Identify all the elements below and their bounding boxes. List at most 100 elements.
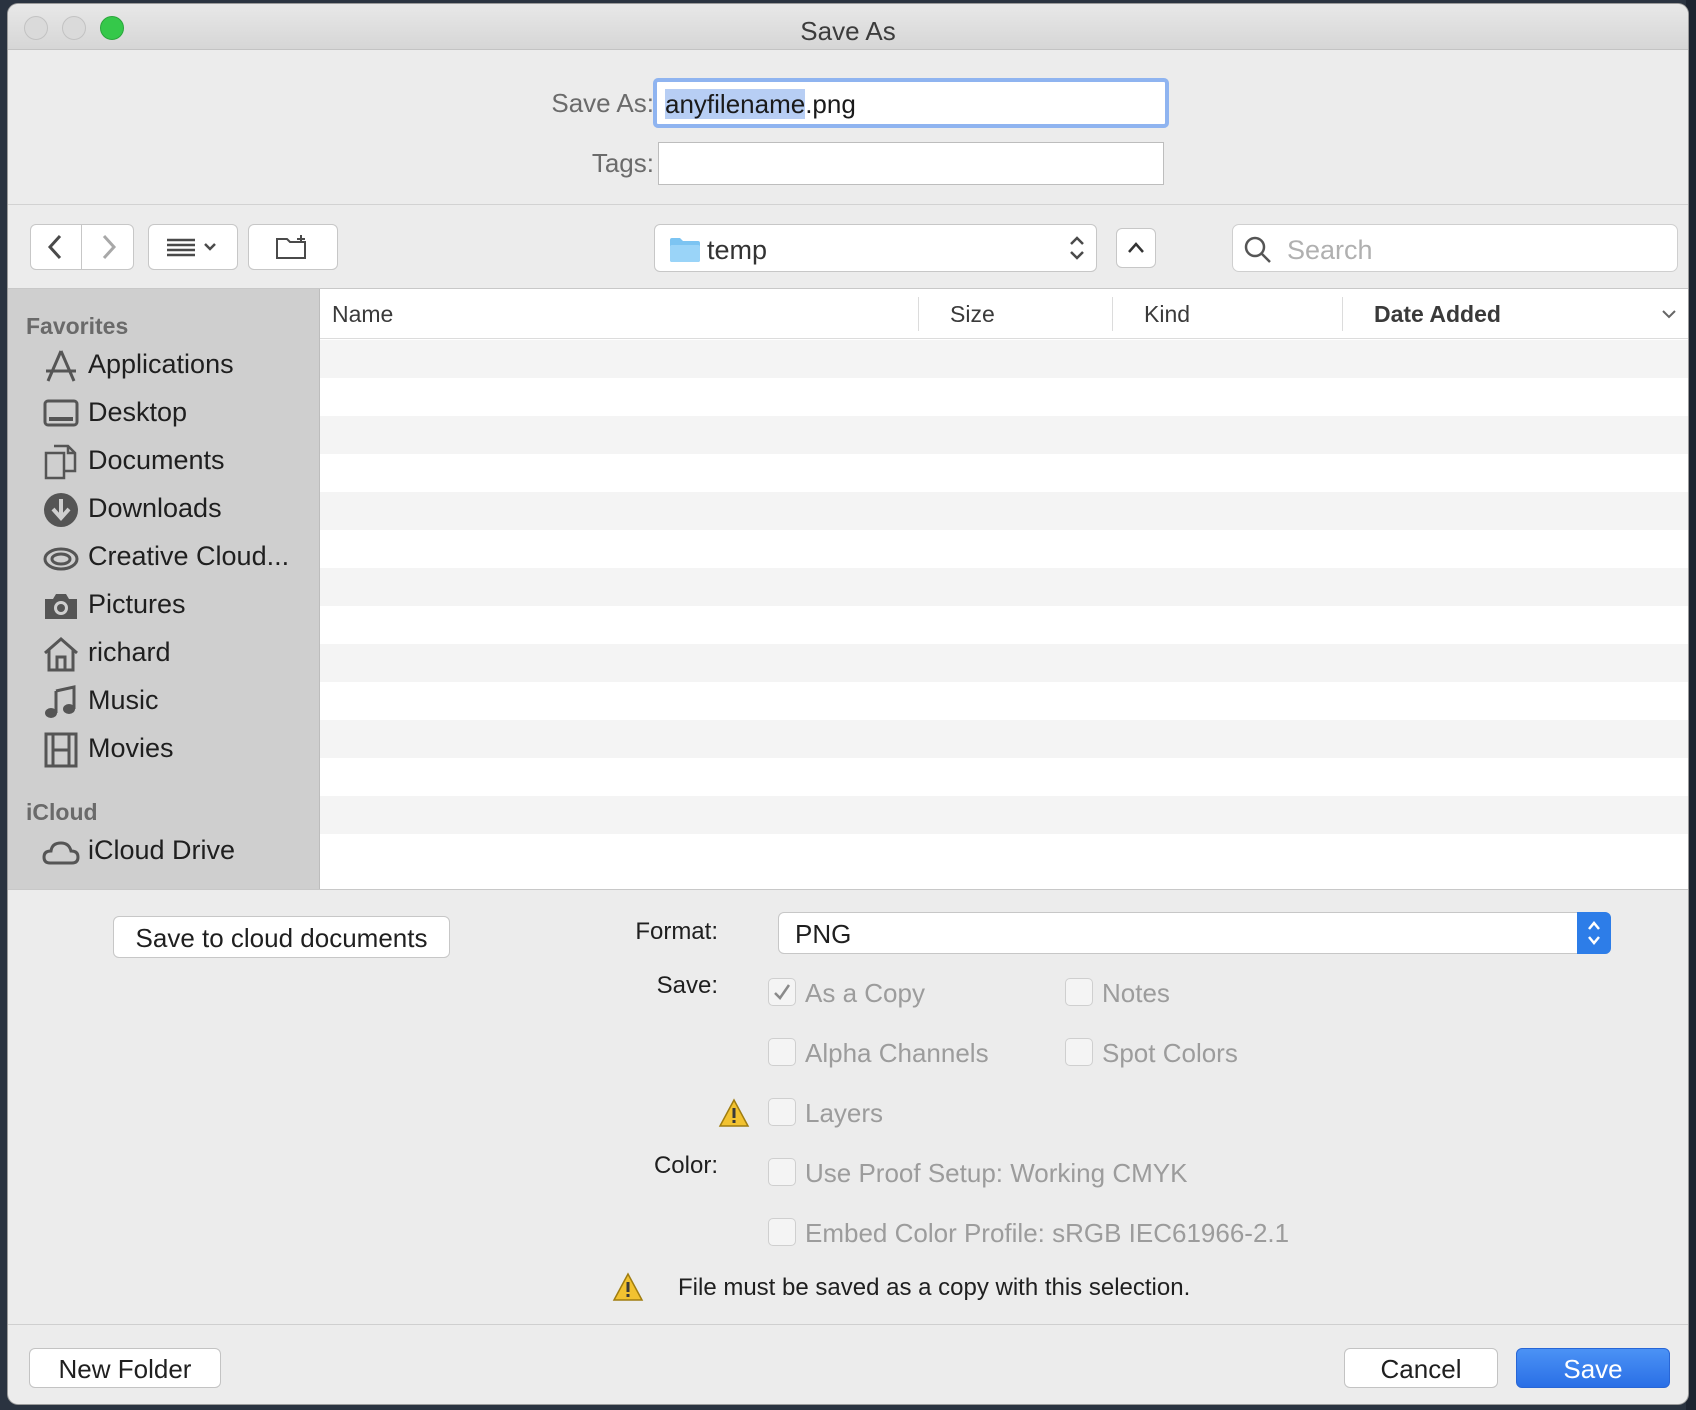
sidebar-item-label: iCloud Drive xyxy=(88,835,236,865)
sort-descending-icon xyxy=(1660,307,1678,325)
forward-button[interactable] xyxy=(82,224,134,270)
checkmark-icon xyxy=(769,984,795,1009)
favorites-heading: Favorites xyxy=(26,313,129,339)
color-label: Color: xyxy=(653,1152,718,1179)
icloud-heading: iCloud xyxy=(26,799,98,825)
as-a-copy-label: As a Copy xyxy=(805,978,925,1008)
divider xyxy=(8,889,1688,890)
column-divider[interactable] xyxy=(1112,297,1113,331)
file-list[interactable]: Name Size Kind Date Added xyxy=(320,289,1688,889)
camera-icon xyxy=(42,587,80,625)
film-icon xyxy=(42,731,80,769)
updown-chevron-icon xyxy=(1577,912,1611,954)
empty-row xyxy=(320,606,1688,644)
location-name: temp xyxy=(707,235,768,265)
empty-row xyxy=(320,834,1688,872)
spot-colors-label: Spot Colors xyxy=(1102,1038,1238,1068)
save-to-cloud-button[interactable]: Save to cloud documents xyxy=(113,916,450,958)
filename-input[interactable]: anyfilename.png xyxy=(653,78,1169,128)
empty-row xyxy=(320,568,1688,606)
sidebar-item-label: Creative Cloud... xyxy=(88,541,290,571)
filename-extension: .png xyxy=(805,89,856,119)
sidebar-item-pictures[interactable]: Pictures xyxy=(8,581,319,629)
view-options-button[interactable] xyxy=(148,224,238,270)
copy-warning-text: File must be saved as a copy with this s… xyxy=(678,1274,1191,1301)
sidebar-item-label: Desktop xyxy=(88,397,188,427)
back-button[interactable] xyxy=(30,224,82,270)
empty-row xyxy=(320,682,1688,720)
column-divider[interactable] xyxy=(918,297,919,331)
location-popup[interactable]: temp xyxy=(654,224,1097,272)
title-bar: Save As xyxy=(8,4,1688,50)
column-header-kind[interactable]: Kind xyxy=(1144,301,1190,328)
empty-row xyxy=(320,378,1688,416)
sidebar-item-music[interactable]: Music xyxy=(8,677,319,725)
documents-icon xyxy=(42,443,80,481)
tags-label: Tags: xyxy=(591,148,654,178)
sidebar-item-richard[interactable]: richard xyxy=(8,629,319,677)
filename-selected-text: anyfilename xyxy=(665,89,806,119)
folder-icon xyxy=(669,237,701,268)
sidebar-item-applications[interactable]: Applications xyxy=(8,341,319,389)
layers-checkbox[interactable] xyxy=(768,1098,796,1126)
use-proof-setup-checkbox[interactable] xyxy=(768,1158,796,1186)
use-proof-setup-label: Use Proof Setup: Working CMYK xyxy=(805,1158,1188,1188)
column-header-date-added[interactable]: Date Added xyxy=(1374,301,1501,328)
empty-row xyxy=(320,492,1688,530)
empty-row xyxy=(320,454,1688,492)
sidebar-item-icloud-drive[interactable]: iCloud Drive xyxy=(8,827,319,875)
column-header-name[interactable]: Name xyxy=(332,301,393,328)
search-field[interactable]: Search xyxy=(1232,224,1678,272)
sidebar-item-downloads[interactable]: Downloads xyxy=(8,485,319,533)
tags-input[interactable] xyxy=(658,142,1164,185)
creative-cloud-icon xyxy=(42,539,80,577)
notes-label: Notes xyxy=(1102,978,1170,1008)
sidebar-item-movies[interactable]: Movies xyxy=(8,725,319,773)
embed-color-profile-label: Embed Color Profile: sRGB IEC61966-2.1 xyxy=(805,1218,1290,1248)
sidebar-item-label: Pictures xyxy=(88,589,186,619)
format-label: Format: xyxy=(635,918,718,945)
alpha-channels-checkbox[interactable] xyxy=(768,1038,796,1066)
desktop-icon xyxy=(42,395,80,433)
empty-row xyxy=(320,340,1688,378)
alpha-channels-label: Alpha Channels xyxy=(805,1038,989,1068)
new-folder-button[interactable]: New Folder xyxy=(29,1348,221,1388)
chevron-right-icon xyxy=(98,233,118,261)
divider xyxy=(8,1324,1688,1325)
applications-icon xyxy=(42,347,80,385)
home-icon xyxy=(42,635,80,673)
sidebar-item-label: Documents xyxy=(88,445,225,475)
chevron-left-icon xyxy=(46,233,66,261)
spot-colors-checkbox[interactable] xyxy=(1065,1038,1093,1066)
sidebar-item-documents[interactable]: Documents xyxy=(8,437,319,485)
sidebar-item-label: Movies xyxy=(88,733,174,763)
empty-row xyxy=(320,796,1688,834)
empty-row xyxy=(320,644,1688,682)
icloud-icon xyxy=(42,833,80,871)
column-header-size[interactable]: Size xyxy=(950,301,995,328)
save-button[interactable]: Save xyxy=(1516,1348,1670,1388)
sidebar-item-desktop[interactable]: Desktop xyxy=(8,389,319,437)
column-divider[interactable] xyxy=(1342,297,1343,331)
column-header-row: Name Size Kind Date Added xyxy=(320,289,1688,339)
sidebar-item-label: Applications xyxy=(88,349,234,379)
sidebar-item-label: Music xyxy=(88,685,159,715)
divider xyxy=(8,204,1688,205)
embed-color-profile-checkbox[interactable] xyxy=(768,1218,796,1246)
as-a-copy-checkbox[interactable] xyxy=(768,978,796,1006)
warning-icon xyxy=(612,1272,644,1307)
empty-row xyxy=(320,720,1688,758)
sidebar-item-label: richard xyxy=(88,637,171,667)
expand-collapse-button[interactable] xyxy=(1116,228,1156,268)
cancel-button[interactable]: Cancel xyxy=(1344,1348,1498,1388)
format-select[interactable]: PNG xyxy=(778,912,1611,954)
window-title: Save As xyxy=(800,16,896,46)
notes-checkbox[interactable] xyxy=(1065,978,1093,1006)
sidebar-item-creative-cloud[interactable]: Creative Cloud... xyxy=(8,533,319,581)
save-as-dialog: Save As Save As: anyfilename.png Tags: t… xyxy=(8,4,1688,1404)
new-folder-toolbar-button[interactable] xyxy=(248,224,338,270)
empty-row xyxy=(320,530,1688,568)
sidebar: Favorites Applications Desktop Documents… xyxy=(8,289,320,889)
save-label: Save: xyxy=(656,972,718,999)
search-icon xyxy=(1243,235,1273,270)
